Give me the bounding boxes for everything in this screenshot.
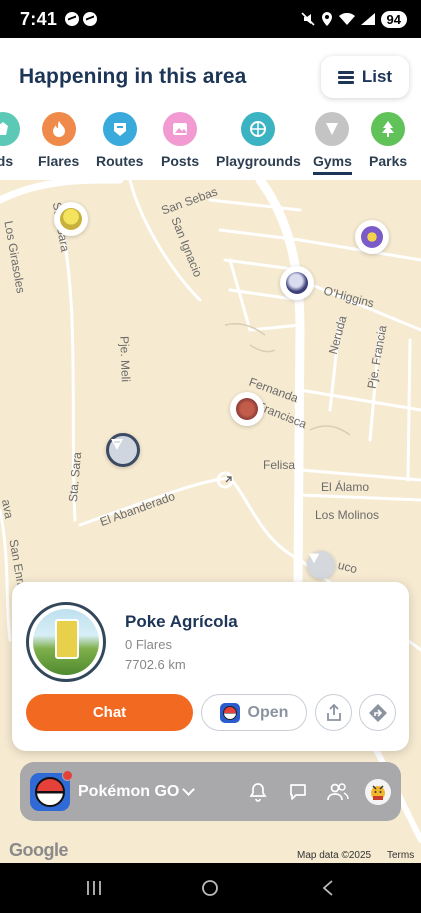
share-icon [326,703,341,721]
playground-icon [241,112,276,146]
category-label: Playgrounds [216,153,301,169]
status-right: 94 [300,10,407,28]
category-playgrounds[interactable]: Playgrounds [216,112,301,169]
raid-egg-icon [361,226,383,248]
share-button[interactable] [315,694,352,731]
map-pin-egg[interactable] [280,266,314,300]
street-label: Felisa [263,458,296,472]
friends-icon[interactable] [325,779,351,805]
place-photo [33,609,99,675]
category-label: Routes [96,153,144,169]
home-icon[interactable] [198,876,222,900]
open-button-label: Open [247,703,289,721]
category-bar: ids Flares Routes Posts Playgrounds Gyms [0,112,421,180]
egg-icon [286,272,308,294]
map-data-credit: Map data ©2025 [297,850,372,861]
category-flares[interactable]: Flares [38,112,79,169]
system-nav-bar [0,863,421,913]
category-parks[interactable]: Parks [369,112,407,169]
map-pin-gym[interactable] [307,551,335,579]
map-pin-pokemon[interactable] [230,392,264,426]
open-in-app-button[interactable]: Open [201,694,307,731]
list-button[interactable]: List [321,56,409,98]
list-icon [337,70,354,84]
street-label: Los Molinos [315,508,380,522]
raid-icon [0,112,20,146]
status-bar: 7:41 94 [0,0,421,38]
gym-yellow-icon [60,208,82,230]
list-button-label: List [361,67,393,86]
gym-icon [111,439,123,450]
map-pin-raid[interactable] [355,220,389,254]
notification-icons [65,12,98,26]
post-icon [163,112,198,146]
category-label: ids [0,153,14,169]
mute-icon [300,12,315,26]
directions-button[interactable] [359,694,396,731]
directions-icon [368,703,387,722]
messenger-icon [83,12,98,26]
back-icon[interactable] [316,876,340,900]
google-logo: Google [9,840,69,860]
recent-apps-icon[interactable] [82,876,106,900]
category-label: Gyms [313,153,352,175]
park-icon [371,112,406,146]
flare-icon [41,112,76,146]
category-routes[interactable]: Routes [96,112,143,169]
pokemon-go-icon [219,702,240,723]
messenger-icon [65,12,80,26]
place-name: Poke Agrícola [125,612,238,631]
place-distance: 7702.6 km [125,657,186,672]
header: Happening in this area List [0,38,421,116]
location-icon [321,12,332,26]
chat-button[interactable]: Chat [26,694,193,731]
category-posts[interactable]: Posts [161,112,199,169]
pokemon-go-app-icon[interactable] [30,769,73,811]
terms-link[interactable]: Terms [387,850,414,861]
app-selector-label[interactable]: Pokémon GO [78,783,179,801]
street-label: Pje. Meli [117,335,133,383]
place-card[interactable]: Poke Agrícola 0 Flares 7702.6 km Chat Op… [12,582,409,751]
category-gyms[interactable]: Gyms [313,112,352,175]
wifi-icon [338,13,355,25]
place-flares-count: 0 Flares [125,637,172,652]
chat-button-label: Chat [92,704,127,721]
category-label: Posts [161,153,200,169]
chat-icon[interactable] [285,779,311,805]
pokemon-icon [236,398,258,420]
category-label: Parks [369,153,408,169]
gym-icon [315,112,350,146]
profile-avatar[interactable] [365,778,391,805]
map-view[interactable]: San Sebas Sta. Sara Los Girasoles San Ig… [0,180,421,863]
place-avatar [26,602,106,682]
chevron-down-icon[interactable] [182,782,196,796]
route-icon [102,112,137,146]
app-bar: Pokémon GO [20,762,401,821]
category-label: Flares [38,153,80,169]
signal-icon [360,13,375,25]
map-pin-selected-gym[interactable] [106,433,140,467]
page-title: Happening in this area [19,65,247,88]
street-label: El Álamo [321,480,370,494]
notification-badge [62,769,73,781]
bell-icon[interactable] [245,779,271,805]
battery-indicator: 94 [380,10,407,28]
category-raids[interactable]: ids [0,112,20,169]
gym-icon [308,553,320,564]
map-pin-gym[interactable] [54,202,88,236]
status-time: 7:41 [20,8,58,29]
